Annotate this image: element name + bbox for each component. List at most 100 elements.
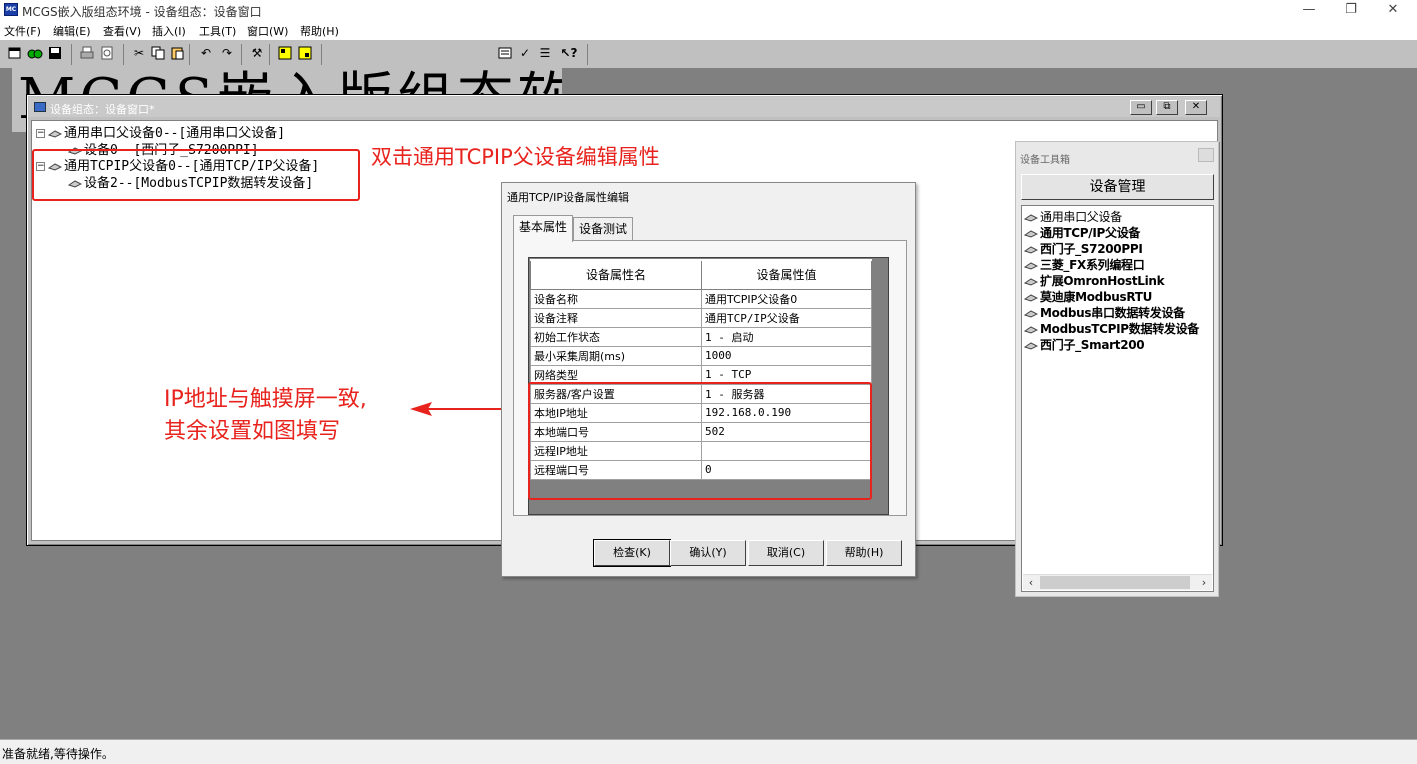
annotation-ip-line1: IP地址与触摸屏一致, [164,387,367,412]
toolbox-title: 设备工具箱 [1020,155,1070,166]
device-window-titlebar: 设备组态：设备窗口* ▭ ⧉ ✕ [29,97,1220,117]
menu-edit[interactable]: 编辑(E) [53,23,91,39]
device-icon [1024,213,1038,222]
save-icon[interactable] [46,44,64,62]
menu-help[interactable]: 帮助(H) [300,23,339,39]
menu-insert[interactable]: 插入(I) [152,23,186,39]
scroll-left-icon[interactable]: ‹ [1023,575,1039,591]
cut-icon[interactable]: ✂ [130,44,148,62]
check-icon[interactable]: ✓ [516,44,534,62]
horizontal-scrollbar[interactable]: ‹ › [1023,574,1212,590]
toolbox-item-label: 通用TCP/IP父设备 [1040,226,1141,240]
check-button[interactable]: 检查(K) [593,539,671,567]
table-row[interactable]: 设备注释 通用TCP/IP父设备 [530,307,872,328]
list-icon[interactable]: ☰ [536,44,554,62]
cancel-button[interactable]: 取消(C) [748,540,824,566]
tools-icon[interactable]: ⚒ [248,44,266,62]
mdi-restore-button[interactable]: ⧉ [1156,100,1178,115]
menu-file[interactable]: 文件(F) [4,23,41,39]
toolbar-group-tools: ⚒ [246,44,270,65]
annotation-box-tcpip [32,149,360,201]
toolbox-item-label: 通用串口父设备 [1040,210,1122,224]
device-window-icon [34,102,46,112]
device-icon [1024,293,1038,302]
toolbar: ✂ ↶ ↷ ⚒ ✓ ☰ ↖? [0,39,1417,69]
toolbox-item[interactable]: Modbus串口数据转发设备 [1024,304,1185,321]
tcpip-properties-dialog: 通用TCP/IP设备属性编辑 基本属性 设备测试 设备属性名 设备属性值 设备名… [501,182,916,577]
menu-tools[interactable]: 工具(T) [199,23,236,39]
property-name: 最小采集周期(ms) [530,345,702,366]
toolbox-item[interactable]: ModbusTCPIP数据转发设备 [1024,320,1199,337]
toolbox-item-label: 三菱_FX系列编程口 [1040,258,1145,272]
table-row[interactable]: 最小采集周期(ms) 1000 [530,345,872,366]
toolbox-item-label: 西门子_S7200PPI [1040,242,1143,256]
device-manage-button[interactable]: 设备管理 [1021,174,1214,200]
column-header-value: 设备属性值 [701,259,872,290]
device-window-icon[interactable] [276,44,294,62]
toolbox-item[interactable]: 西门子_S7200PPI [1024,240,1143,257]
column-header-name: 设备属性名 [530,259,702,290]
new-window-icon[interactable] [6,44,24,62]
device-icon [1024,309,1038,318]
toolbox-item[interactable]: 扩展OmronHostLink [1024,272,1165,289]
device-toolbox: 设备工具箱 设备管理 通用串口父设备 通用TCP/IP父设备 西门子_S7200… [1015,141,1219,597]
table-row[interactable]: 初始工作状态 1 - 启动 [530,326,872,347]
open-icon[interactable] [26,44,44,62]
toolbox-item[interactable]: 通用串口父设备 [1024,208,1122,225]
scroll-right-icon[interactable]: › [1196,575,1212,591]
property-grid: 设备属性名 设备属性值 设备名称 通用TCPIP父设备0 设备注释 通用TCP/IP… [528,257,889,515]
toolbox-item-label: 扩展OmronHostLink [1040,274,1165,288]
status-text: 准备就绪,等待操作。 [2,747,114,761]
tab-basic-properties[interactable]: 基本属性 [513,215,573,242]
print-icon[interactable] [78,44,96,62]
toolbox-item-label: 莫迪康ModbusRTU [1040,290,1153,304]
device-icon [1024,341,1038,350]
property-value[interactable]: 1000 [701,345,872,366]
mdi-close-button[interactable]: ✕ [1185,100,1207,115]
device-icon [48,129,62,138]
print-preview-icon[interactable] [98,44,116,62]
toolbox-item-label: 西门子_Smart200 [1040,338,1145,352]
property-value[interactable]: 通用TCPIP父设备0 [701,288,872,309]
copy-icon[interactable] [149,44,167,62]
confirm-button[interactable]: 确认(Y) [670,540,746,566]
property-name: 设备名称 [530,288,702,309]
menubar: 文件(F) 编辑(E) 查看(V) 插入(I) 工具(T) 窗口(W) 帮助(H… [0,20,1417,39]
toolbar-group-device [274,44,322,65]
device-manage-icon[interactable] [296,44,314,62]
dialog-title: 通用TCP/IP设备属性编辑 [507,191,629,204]
mdi-minimize-button[interactable]: ▭ [1130,100,1152,115]
maximize-button[interactable]: ❐ [1336,2,1366,18]
redo-icon[interactable]: ↷ [218,44,236,62]
help-button[interactable]: 帮助(H) [826,540,902,566]
device-icon [1024,277,1038,286]
toolbox-close-button[interactable] [1198,148,1214,162]
table-header-row: 设备属性名 设备属性值 [530,259,872,290]
collapse-icon[interactable]: − [36,129,45,138]
close-button[interactable]: ✕ [1378,2,1408,18]
toolbox-item[interactable]: 三菱_FX系列编程口 [1024,256,1145,273]
annotation-ip-line2: 其余设置如图填写 [164,419,341,444]
table-row[interactable]: 设备名称 通用TCPIP父设备0 [530,288,872,309]
properties-icon[interactable] [496,44,514,62]
help-arrow-icon[interactable]: ↖? [560,44,578,62]
toolbox-item[interactable]: 西门子_Smart200 [1024,336,1145,353]
device-icon [1024,229,1038,238]
scroll-thumb[interactable] [1040,576,1190,589]
property-value[interactable]: 1 - 启动 [701,326,872,347]
window-title: MCGS嵌入版组态环境 - 设备组态：设备窗口 [22,5,262,19]
menu-view[interactable]: 查看(V) [103,23,141,39]
toolbox-item[interactable]: 莫迪康ModbusRTU [1024,288,1152,305]
toolbox-item[interactable]: 通用TCP/IP父设备 [1024,224,1140,241]
device-window-title: 设备组态：设备窗口* [50,103,155,116]
minimize-button[interactable]: — [1294,2,1324,18]
menu-window[interactable]: 窗口(W) [247,23,288,39]
device-icon [1024,261,1038,270]
undo-icon[interactable]: ↶ [197,44,215,62]
toolbar-group-file [4,44,72,65]
window-titlebar: MC MCGS嵌入版组态环境 - 设备组态：设备窗口 — ❐ ✕ [0,0,1417,20]
paste-icon[interactable] [168,44,186,62]
tab-device-test[interactable]: 设备测试 [573,217,633,241]
property-value[interactable]: 通用TCP/IP父设备 [701,307,872,328]
toolbox-item-label: ModbusTCPIP数据转发设备 [1040,322,1199,336]
